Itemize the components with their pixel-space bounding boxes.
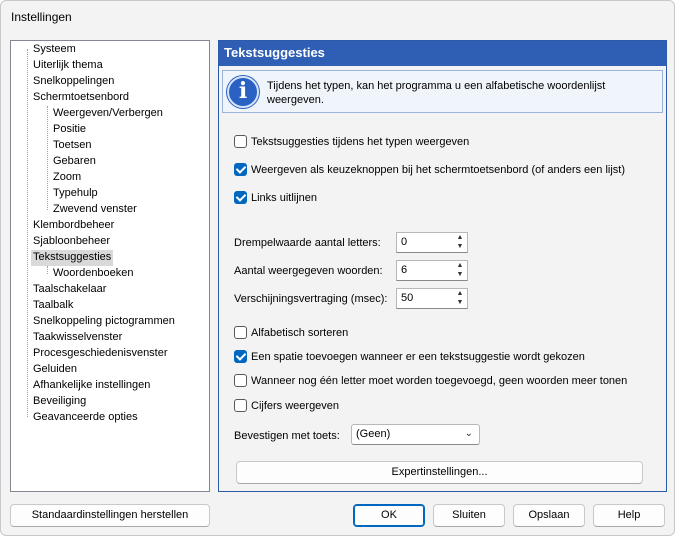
checkbox-box[interactable] — [234, 135, 247, 148]
tree-item-zwevend-venster[interactable]: Zwevend venster — [51, 202, 139, 218]
tree-item-schermtoetsenbord[interactable]: Schermtoetsenbord — [31, 90, 131, 106]
close-button[interactable]: Sluiten — [433, 504, 505, 527]
tree-connector — [47, 106, 48, 210]
confirm-key-select[interactable]: (Geen) ⌄ — [351, 424, 480, 445]
checkbox-label: Een spatie toevoegen wanneer er een teks… — [251, 351, 585, 363]
spinner-value: 50 — [401, 292, 414, 304]
panel-title: Tekstsuggesties — [219, 41, 666, 66]
spinner-value: 6 — [401, 264, 408, 276]
checkbox-box[interactable] — [234, 399, 247, 412]
tree-item-toetsen[interactable]: Toetsen — [51, 138, 94, 154]
checkbox-label: Cijfers weergeven — [251, 400, 340, 412]
checkbox-box[interactable] — [234, 326, 247, 339]
help-button[interactable]: Help — [593, 504, 665, 527]
delay-spinner[interactable]: 50 ▲ ▼ — [396, 288, 468, 309]
expert-settings-button[interactable]: Expertinstellingen... — [236, 461, 643, 484]
spinner-value: 0 — [401, 236, 408, 248]
tree-item-positie[interactable]: Positie — [51, 122, 88, 138]
word-count-label: Aantal weergegeven woorden: — [234, 265, 383, 277]
tree-item-gebaren[interactable]: Gebaren — [51, 154, 98, 170]
tree-item-systeem[interactable]: Systeem — [31, 42, 78, 58]
tree-item-taalschakelaar[interactable]: Taalschakelaar — [31, 282, 108, 298]
checkbox-label: Alfabetisch sorteren — [251, 327, 349, 339]
spin-down-icon[interactable]: ▼ — [454, 243, 466, 251]
tree-item-taalbalk[interactable]: Taalbalk — [31, 298, 75, 314]
tree-item-sjabloonbeheer[interactable]: Sjabloonbeheer — [31, 234, 112, 250]
word-count-spinner[interactable]: 6 ▲ ▼ — [396, 260, 468, 281]
threshold-spinner[interactable]: 0 ▲ ▼ — [396, 232, 468, 253]
spin-down-icon[interactable]: ▼ — [454, 271, 466, 279]
checkbox-label: Tekstsuggesties tijdens het typen weerge… — [251, 136, 470, 148]
tree-item-zoom[interactable]: Zoom — [51, 170, 83, 186]
settings-window: Instellingen Systeem Uiterlijk thema Sne… — [0, 0, 675, 536]
tree-item-typehulp[interactable]: Typehulp — [51, 186, 100, 202]
info-icon: i — [227, 76, 259, 108]
tree-item-woordenboeken[interactable]: Woordenboeken — [51, 266, 136, 282]
chevron-down-icon: ⌄ — [464, 428, 473, 439]
checkbox-box[interactable] — [234, 350, 247, 363]
tree-item-geluiden[interactable]: Geluiden — [31, 362, 79, 378]
spin-up-icon[interactable]: ▲ — [454, 234, 466, 242]
tree-connector — [47, 266, 48, 274]
spin-down-icon[interactable]: ▼ — [454, 299, 466, 307]
save-button[interactable]: Opslaan — [513, 504, 585, 527]
info-text: Tijdens het typen, kan het programma u e… — [267, 80, 606, 106]
spin-up-icon[interactable]: ▲ — [454, 290, 466, 298]
tree-item-taakwisselvenster[interactable]: Taakwisselvenster — [31, 330, 124, 346]
tree-item-tekstsuggesties[interactable]: Tekstsuggesties — [31, 250, 114, 266]
tree-item-uiterlijk-thema[interactable]: Uiterlijk thema — [31, 58, 105, 74]
window-title: Instellingen — [11, 10, 72, 24]
title-bar[interactable]: Instellingen — [1, 1, 674, 33]
tree-item-geavanceerde-opties[interactable]: Geavanceerde opties — [31, 410, 140, 426]
ok-button[interactable]: OK — [353, 504, 425, 527]
checkbox-label: Weergeven als keuzeknoppen bij het scher… — [251, 164, 626, 176]
tree-item-snelkoppelingen[interactable]: Snelkoppelingen — [31, 74, 116, 90]
checkbox-box[interactable] — [234, 163, 247, 176]
spin-up-icon[interactable]: ▲ — [454, 262, 466, 270]
settings-panel: Tekstsuggesties i Tijdens het typen, kan… — [218, 40, 667, 492]
checkbox-label: Links uitlijnen — [251, 192, 318, 204]
checkbox-box[interactable] — [234, 191, 247, 204]
tree-item-beveiliging[interactable]: Beveiliging — [31, 394, 88, 410]
settings-tree[interactable]: Systeem Uiterlijk thema Snelkoppelingen … — [10, 40, 210, 492]
checkbox-box[interactable] — [234, 374, 247, 387]
tree-item-weergeven-verbergen[interactable]: Weergeven/Verbergen — [51, 106, 165, 122]
tree-item-klembordbeheer[interactable]: Klembordbeheer — [31, 218, 116, 234]
confirm-key-label: Bevestigen met toets: — [234, 430, 340, 442]
reset-defaults-button[interactable]: Standaardinstellingen herstellen — [10, 504, 210, 527]
tree-item-procesgeschiedenisvenster[interactable]: Procesgeschiedenisvenster — [31, 346, 170, 362]
tree-item-afhankelijke-instellingen[interactable]: Afhankelijke instellingen — [31, 378, 152, 394]
tree-item-snelkoppeling-pictogrammen[interactable]: Snelkoppeling pictogrammen — [31, 314, 177, 330]
checkbox-label: Wanneer nog één letter moet worden toege… — [251, 375, 628, 387]
tree-connector — [27, 49, 28, 417]
info-box: i Tijdens het typen, kan het programma u… — [222, 70, 663, 113]
threshold-label: Drempelwaarde aantal letters: — [234, 237, 381, 249]
confirm-key-value: (Geen) — [356, 428, 391, 440]
delay-label: Verschijningsvertraging (msec): — [234, 293, 388, 305]
